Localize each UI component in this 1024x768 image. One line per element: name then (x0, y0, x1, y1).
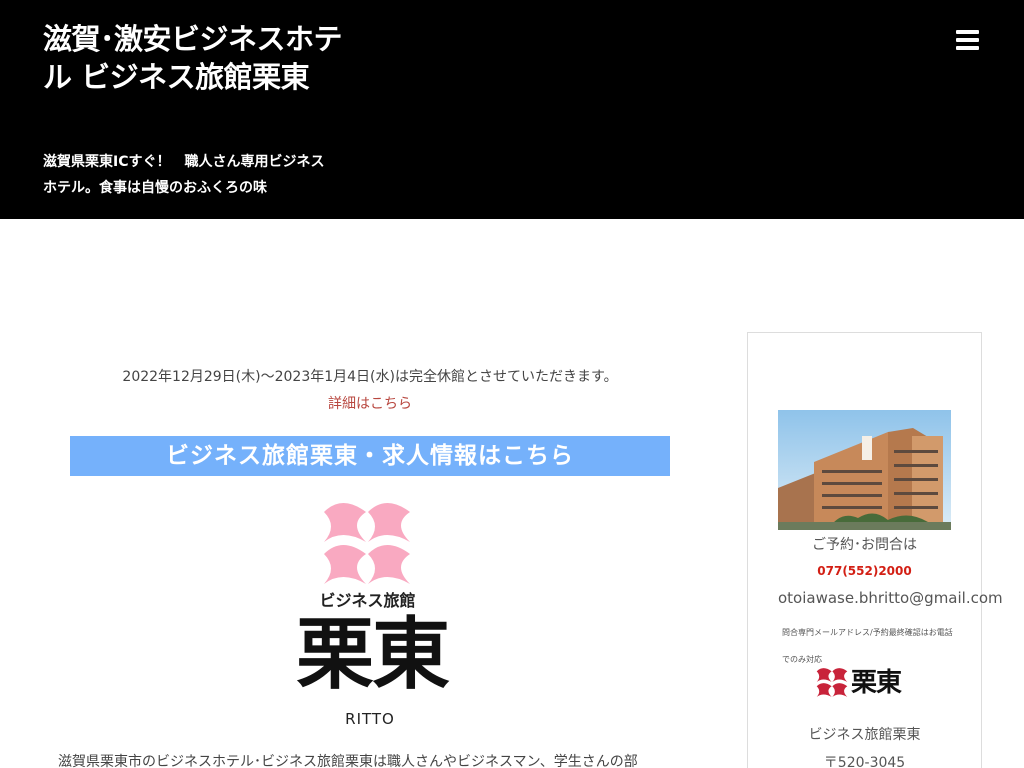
hamburger-menu-icon[interactable] (956, 29, 980, 51)
sidebar-logo: 栗東 (816, 666, 916, 701)
site-title[interactable]: 滋賀･激安ビジネスホテル ビジネス旅館栗東 (43, 20, 343, 96)
holiday-notice: 2022年12月29日(木)〜2023年1月4日(水)は完全休館とさせていただき… (122, 369, 618, 385)
sidebar-widget: ご予約･お問合は 077(552)2000 otoiawase.bhritto@… (747, 332, 1003, 768)
logo-mark-icon (816, 668, 848, 697)
contact-phone[interactable]: 077(552)2000 (748, 564, 981, 578)
logo-name: 栗東 (295, 609, 450, 700)
sidebar-hotel-name: ビジネス旅館栗東 (808, 727, 921, 743)
hotel-logo: ビジネス旅館 栗東 RITTO (280, 498, 465, 733)
sidebar-logo-name: 栗東 (851, 668, 902, 698)
logo-romaji: RITTO (345, 710, 395, 728)
recruit-banner[interactable]: ビジネス旅館栗東・求人情報はこちら (70, 436, 670, 476)
contact-note: 問合専門メールアドレス/予約最終確認はお電話でのみ対応 (782, 628, 953, 664)
menu-bar (956, 30, 979, 34)
contact-email[interactable]: otoiawase.bhritto@gmail.com (778, 589, 1003, 607)
site-tagline: 滋賀県栗東ICすぐ！ 職人さん専用ビジネスホテル。食事は自慢のおふくろの味 (43, 154, 325, 196)
intro-paragraph: 滋賀県栗東市のビジネスホテル･ビジネス旅館栗東は職人さんやビジネスマン、学生さん… (58, 754, 638, 768)
sidebar-postal-code: 〒520-3045 (823, 755, 906, 768)
logo-mark-icon (324, 503, 410, 584)
contact-heading: ご予約･お問合は (812, 537, 917, 553)
menu-bar (956, 46, 979, 50)
hotel-building-photo (778, 410, 951, 530)
notice-details-link[interactable]: 詳細はこちら (70, 393, 670, 413)
site-header: 滋賀･激安ビジネスホテル ビジネス旅館栗東 滋賀県栗東ICすぐ！ 職人さん専用ビ… (0, 0, 1024, 219)
menu-bar (956, 38, 979, 42)
